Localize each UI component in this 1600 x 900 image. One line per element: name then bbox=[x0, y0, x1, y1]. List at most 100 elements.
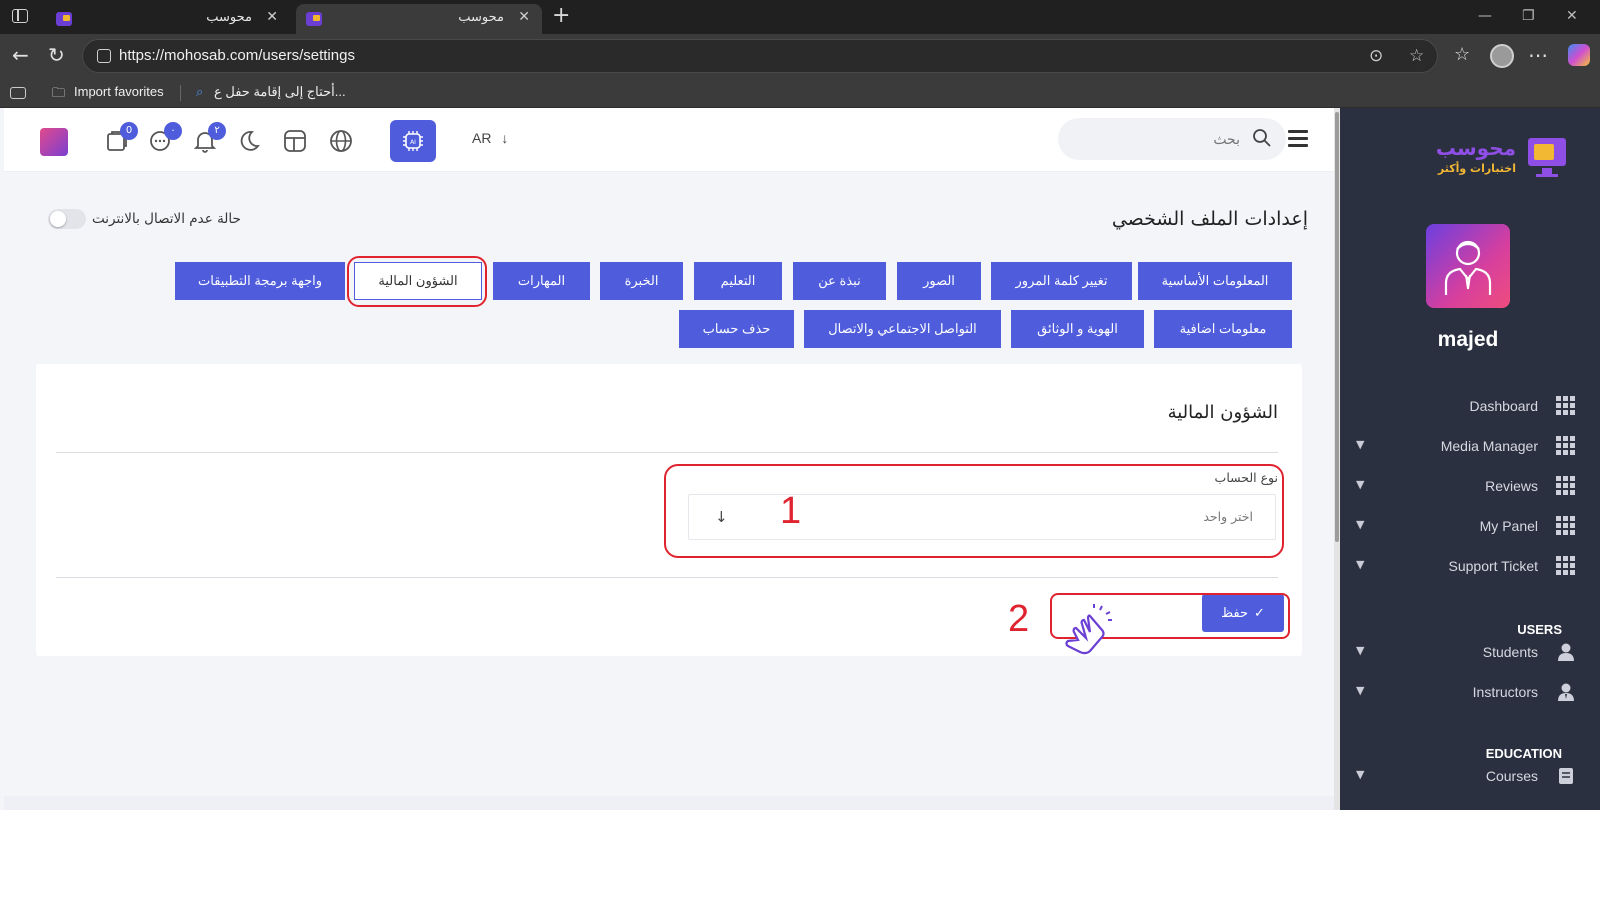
layout-icon[interactable] bbox=[282, 128, 308, 154]
sidebar-item-label: Dashboard bbox=[1469, 398, 1539, 414]
browser-tab[interactable]: محوسب ✕ bbox=[46, 4, 290, 34]
caret-down-icon: ▼ bbox=[1356, 478, 1365, 491]
hamburger-menu-icon[interactable] bbox=[1288, 130, 1308, 148]
site-logo[interactable]: محوسب اختبارات وأكثر bbox=[1436, 134, 1570, 186]
menu-dots-icon[interactable]: ⋯ bbox=[1528, 44, 1548, 66]
search-input[interactable] bbox=[1058, 118, 1248, 160]
user-avatar[interactable] bbox=[40, 128, 68, 156]
browser-tab-active[interactable]: محوسب ✕ bbox=[296, 4, 542, 34]
close-window-icon[interactable]: ✕ bbox=[1566, 8, 1578, 24]
bell-icon[interactable]: ٢ bbox=[192, 122, 226, 154]
import-favorites-link[interactable]: Import favorites bbox=[74, 84, 164, 99]
user-tie-icon bbox=[1558, 683, 1574, 701]
username: majed bbox=[1437, 328, 1499, 351]
chat-icon[interactable]: ٠ bbox=[148, 122, 182, 154]
site-favicon-icon bbox=[306, 12, 322, 26]
user-icon bbox=[1558, 643, 1574, 661]
toggle-switch[interactable] bbox=[48, 209, 86, 229]
logo-subtitle: اختبارات وأكثر bbox=[1437, 162, 1516, 175]
tab-basic-info[interactable]: المعلومات الأساسية bbox=[1138, 262, 1292, 300]
tab-social-contact[interactable]: التواصل الاجتماعي والاتصال bbox=[804, 310, 1001, 348]
messages-badge: ٠ bbox=[164, 122, 182, 140]
tab-skills[interactable]: المهارات bbox=[493, 262, 590, 300]
collections-icon[interactable] bbox=[10, 87, 26, 99]
ai-chip-button[interactable]: AI bbox=[390, 120, 436, 162]
search-box[interactable] bbox=[1058, 118, 1286, 160]
language-switcher[interactable]: AR ↓ bbox=[472, 130, 508, 146]
site-favicon-icon bbox=[56, 12, 72, 26]
sidebar-item-instructors[interactable]: ▼ Instructors bbox=[1340, 678, 1600, 708]
maximize-icon[interactable]: ❐ bbox=[1522, 8, 1535, 24]
close-tab-icon[interactable]: ✕ bbox=[266, 9, 278, 25]
language-code: AR bbox=[472, 130, 492, 146]
tab-api[interactable]: واجهة برمجة التطبيقات bbox=[175, 262, 345, 300]
section-header-education: EDUCATION bbox=[1485, 746, 1562, 761]
notes-icon[interactable]: 0 bbox=[104, 122, 138, 154]
sidebar-item-label: Support Ticket bbox=[1448, 558, 1539, 574]
grid-icon bbox=[1556, 436, 1576, 456]
toggle-label: حالة عدم الاتصال بالانترنت bbox=[92, 211, 241, 227]
address-bar[interactable]: https://mohosab.com/users/settings ⊙ ☆ bbox=[82, 39, 1438, 73]
scrollbar-thumb[interactable] bbox=[1335, 112, 1339, 542]
annotation-highlight bbox=[664, 464, 1284, 558]
screen: محوسب ✕ محوسب ✕ + — ❐ ✕ ← ↻ https://moho… bbox=[0, 0, 1600, 900]
tab-identity-documents[interactable]: الهوية و الوثائق bbox=[1011, 310, 1144, 348]
tab-change-password[interactable]: تغيير كلمة المرور bbox=[991, 262, 1132, 300]
favorites-icon[interactable]: ☆ bbox=[1454, 44, 1470, 66]
sidebar-item-support-ticket[interactable]: ▼ Support Ticket bbox=[1340, 552, 1600, 582]
caret-down-icon: ▼ bbox=[1356, 684, 1365, 697]
profile-avatar[interactable] bbox=[1426, 224, 1510, 308]
annotation-number: 2 bbox=[1008, 598, 1030, 640]
arrow-down-icon: ↓ bbox=[501, 130, 509, 146]
grid-icon bbox=[1556, 556, 1576, 576]
site-info-icon[interactable] bbox=[97, 49, 111, 63]
back-icon[interactable]: ← bbox=[12, 44, 29, 66]
new-tab-icon[interactable]: + bbox=[552, 4, 570, 28]
sidebar-item-my-panel[interactable]: ▼ My Panel bbox=[1340, 512, 1600, 542]
globe-icon[interactable] bbox=[328, 128, 354, 154]
monitor-logo-icon bbox=[1528, 138, 1566, 177]
page-title: إعدادات الملف الشخصي bbox=[1111, 208, 1308, 230]
profile-avatar-icon[interactable] bbox=[1490, 44, 1514, 68]
sidebar-item-dashboard[interactable]: Dashboard bbox=[1340, 392, 1600, 422]
tab-education[interactable]: التعليم bbox=[694, 262, 782, 300]
notes-badge: 0 bbox=[120, 122, 138, 140]
tab-about[interactable]: نبذة عن bbox=[793, 262, 886, 300]
sidebar: محوسب اختبارات وأكثر majed Dashboard ▼ M… bbox=[1340, 108, 1600, 810]
favorites-bar: 🗀 Import favorites ⌕ أحتاج إلى إقامة حفل… bbox=[0, 78, 1600, 108]
divider bbox=[56, 577, 1278, 578]
more-actions-icon[interactable]: ⊙ bbox=[1369, 46, 1383, 66]
sidebar-item-students[interactable]: ▼ Students bbox=[1340, 638, 1600, 668]
book-icon bbox=[1559, 768, 1573, 784]
sidebar-item-reviews[interactable]: ▼ Reviews bbox=[1340, 472, 1600, 502]
sidebar-toggle-icon[interactable] bbox=[12, 9, 28, 23]
sidebar-item-label: Students bbox=[1482, 644, 1538, 660]
pointing-hand-icon bbox=[1065, 604, 1112, 655]
copilot-icon[interactable] bbox=[1568, 44, 1590, 66]
caret-down-icon: ▼ bbox=[1356, 518, 1365, 531]
tab-delete-account[interactable]: حذف حساب bbox=[679, 310, 794, 348]
sidebar-item-label: Instructors bbox=[1472, 684, 1538, 700]
reload-icon[interactable]: ↻ bbox=[48, 44, 65, 66]
close-tab-icon[interactable]: ✕ bbox=[518, 9, 530, 25]
section-header-users: USERS bbox=[1517, 622, 1562, 637]
offline-status-toggle[interactable]: حالة عدم الاتصال بالانترنت bbox=[44, 209, 264, 231]
minimize-icon[interactable]: — bbox=[1478, 8, 1492, 24]
main-area: 0 ٠ ٢ AI AR ↓ بحث إعدادات الملف الشخصي ح… bbox=[4, 108, 1338, 810]
tab-photos[interactable]: الصور bbox=[897, 262, 981, 300]
import-favorites-icon[interactable]: 🗀 bbox=[52, 84, 65, 106]
notifications-badge: ٢ bbox=[208, 122, 226, 140]
browser-toolbar: ← ↻ https://mohosab.com/users/settings ⊙… bbox=[0, 34, 1600, 78]
caret-down-icon: ▼ bbox=[1356, 768, 1365, 781]
caret-down-icon: ▼ bbox=[1356, 644, 1365, 657]
sidebar-item-courses[interactable]: ▼ Courses bbox=[1340, 762, 1600, 792]
tab-experience[interactable]: الخبرة bbox=[600, 262, 683, 300]
favorite-link[interactable]: أحتاج إلى إقامة حفل ع... bbox=[214, 84, 346, 100]
sidebar-item-media-manager[interactable]: ▼ Media Manager bbox=[1340, 432, 1600, 462]
user-portrait-icon bbox=[1444, 240, 1492, 295]
browser-tab-strip: محوسب ✕ محوسب ✕ + — ❐ ✕ bbox=[0, 0, 1600, 34]
moon-icon[interactable] bbox=[236, 128, 262, 154]
url-text[interactable]: https://mohosab.com/users/settings bbox=[119, 47, 355, 64]
favorite-star-icon[interactable]: ☆ bbox=[1409, 46, 1424, 66]
tab-additional-info[interactable]: معلومات اضافية bbox=[1154, 310, 1292, 348]
